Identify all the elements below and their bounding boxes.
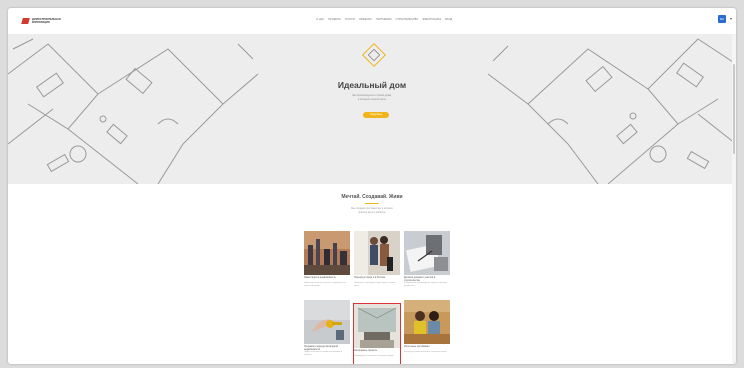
- page-scrollbar[interactable]: [732, 34, 736, 364]
- card-image: [404, 300, 450, 344]
- hero-title: Идеальный дом: [337, 80, 407, 90]
- card-image: [354, 231, 400, 275]
- card-description: Надежные вложения в объекты недвижимости…: [304, 282, 347, 287]
- card-country-projects[interactable]: Загородные проекты Индивидуальные проект…: [353, 303, 401, 364]
- scrollbar-thumb[interactable]: [733, 64, 735, 154]
- couple-boxes-image: [404, 300, 450, 344]
- chevron-down-icon[interactable]: ▾: [730, 16, 732, 21]
- keys-image: [304, 300, 350, 344]
- house-logo-icon: [361, 42, 387, 68]
- card-description: Помогаем с переездом и адаптацией на нов…: [354, 282, 396, 287]
- card-investment[interactable]: Инвестиции в недвижимость Надежные вложе…: [304, 231, 350, 297]
- signing-document-image: [404, 231, 450, 275]
- language-button[interactable]: RU: [718, 15, 726, 23]
- section-subtitle-line: приятно жить и работать: [358, 210, 386, 214]
- card-image: [404, 231, 450, 275]
- site-header: ДОМОСТРОИТЕЛЬНАЯ КОРПОРАЦИЯ О НАС ПРОЕКТ…: [8, 8, 736, 35]
- card-mortgage[interactable]: Ипотечные программы Выгодные условия ипо…: [404, 300, 450, 364]
- nav-item-services[interactable]: УСЛУГИ: [345, 18, 355, 21]
- card-title: Инвестиции в недвижимость: [304, 276, 336, 279]
- logo-text: ДОМОСТРОИТЕЛЬНАЯ КОРПОРАЦИЯ: [32, 18, 61, 24]
- card-image: [304, 300, 350, 344]
- nav-item-projects[interactable]: ПРОЕКТЫ: [328, 18, 341, 21]
- services-section: Мечтай. Создавай. Живи Мы создаем простр…: [8, 184, 736, 364]
- card-title: Переезд в город и в Россию: [354, 276, 386, 279]
- section-subtitle: Мы создаем пространства, в которых прият…: [8, 207, 736, 214]
- card-country-property[interactable]: Продажа и аренда загородной недвижимости…: [304, 300, 350, 364]
- nav-item-partners[interactable]: ПАРТНЕРАМ: [376, 18, 392, 21]
- card-description: Подбор объектов по вашим требованиям и б…: [304, 351, 342, 356]
- nav-item-electronics[interactable]: ЭЛЕКТРОНИКА: [422, 18, 441, 21]
- card-image: [304, 231, 350, 275]
- site-logo[interactable]: ДОМОСТРОИТЕЛЬНАЯ КОРПОРАЦИЯ: [21, 17, 62, 25]
- logo-mark-icon: [21, 18, 30, 24]
- nav-item-about[interactable]: О НАС: [316, 18, 324, 21]
- city-skyline-image: [304, 231, 350, 275]
- nav-item-login[interactable]: ВХОД: [445, 18, 452, 21]
- browser-window: ДОМОСТРОИТЕЛЬНАЯ КОРПОРАЦИЯ О НАС ПРОЕКТ…: [8, 8, 736, 364]
- hero-more-button[interactable]: Подробнее: [363, 112, 389, 118]
- card-image: [354, 304, 400, 348]
- nav-item-objects[interactable]: ОБЪЕКТЫ: [359, 18, 372, 21]
- title-underline: [365, 203, 379, 204]
- card-title: Загородные проекты: [354, 349, 378, 352]
- card-title: Ипотечные программы: [404, 345, 430, 348]
- card-relocation[interactable]: Переезд в город и в Россию Помогаем с пе…: [354, 231, 400, 297]
- section-title: Мечтай. Создавай. Живи: [341, 194, 403, 200]
- card-description: Выгодные условия ипотеки от банков-партн…: [404, 351, 447, 353]
- card-equity-agreement[interactable]: Договор долевого участия в строительстве…: [404, 231, 450, 297]
- main-nav: О НАС ПРОЕКТЫ УСЛУГИ ОБЪЕКТЫ ПАРТНЕРАМ С…: [316, 18, 452, 21]
- hero-section: Идеальный дом Мы проектируем и строим до…: [8, 34, 736, 184]
- nav-item-construction[interactable]: СТРОИТЕЛЬСТВО: [396, 18, 419, 21]
- card-description: Юридическое сопровождение сделок и прове…: [404, 282, 448, 287]
- interior-image: [354, 304, 400, 348]
- hero-subtitle: Мы проектируем и строим дома, в которых …: [8, 94, 736, 102]
- card-description: Индивидуальные проекты загородных домов: [354, 355, 394, 357]
- hero-subtitle-line: в которых хочется жить: [357, 98, 387, 101]
- couple-image: [354, 231, 400, 275]
